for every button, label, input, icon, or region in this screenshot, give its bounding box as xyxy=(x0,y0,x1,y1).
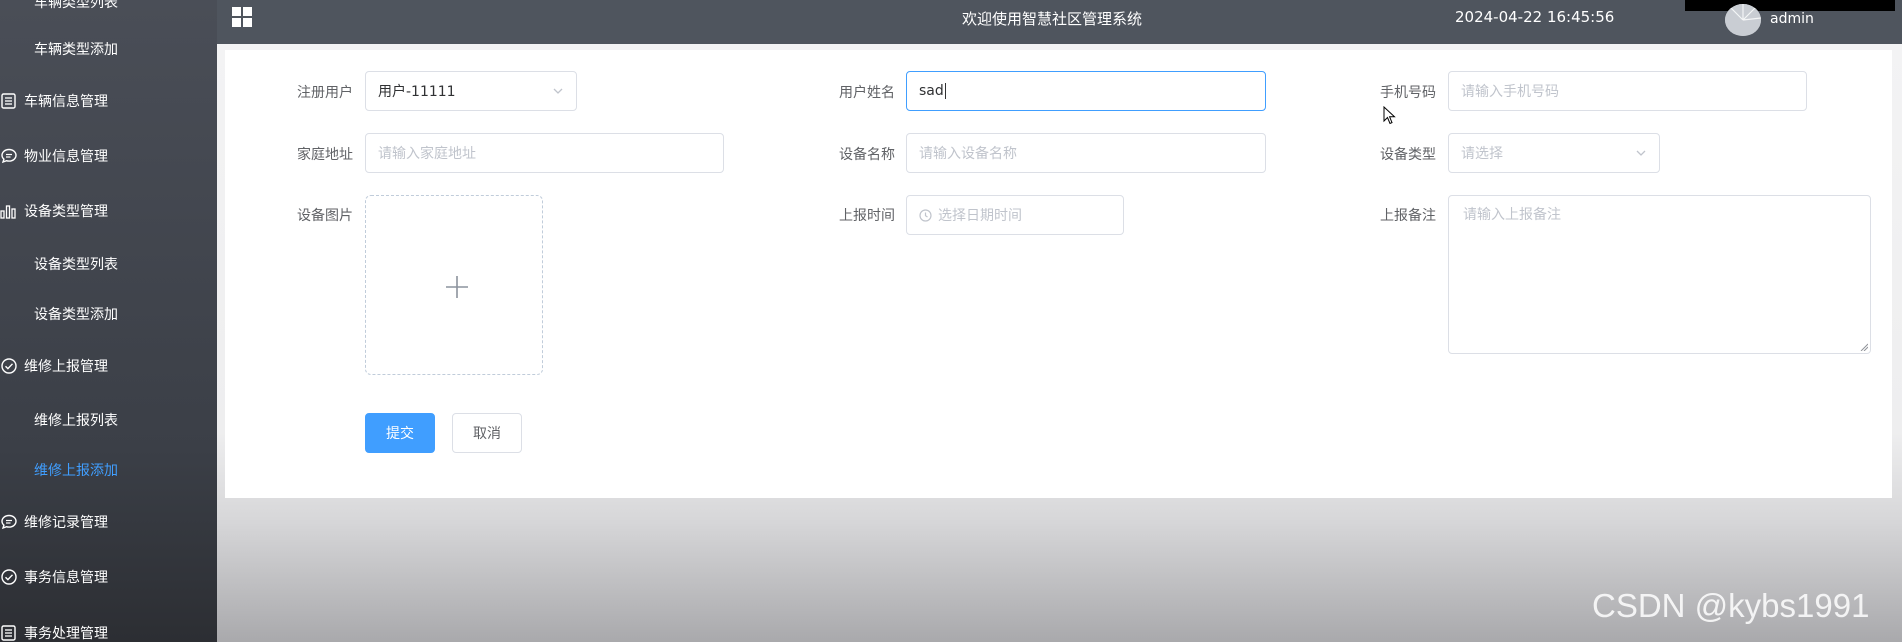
check-circle-icon xyxy=(0,357,18,375)
chevron-down-icon xyxy=(552,85,564,97)
device-image-label: 设备图片 xyxy=(297,208,353,224)
sidebar-item-label: 维修记录管理 xyxy=(24,515,108,531)
sidebar-item-affair-info[interactable]: 事务信息管理 xyxy=(0,559,217,595)
address-input[interactable]: 请输入家庭地址 xyxy=(365,133,724,173)
chat-icon xyxy=(0,513,18,531)
sidebar-item-label: 维修上报管理 xyxy=(24,359,108,375)
phone-label: 手机号码 xyxy=(1380,85,1436,101)
list-icon xyxy=(0,624,18,642)
sidebar-item-label: 车辆类型添加 xyxy=(34,42,118,58)
clock-icon xyxy=(919,208,932,222)
plus-icon xyxy=(444,274,470,300)
chat-icon xyxy=(0,147,18,165)
device-type-select[interactable]: 请选择 xyxy=(1448,133,1660,173)
address-label: 家庭地址 xyxy=(297,147,353,163)
page-title: 欢迎使用智慧社区管理系统 xyxy=(962,10,1143,28)
report-note-textarea[interactable]: 请输入上报备注 xyxy=(1448,195,1871,354)
bar-chart-icon xyxy=(0,202,18,220)
sidebar-item-vehicle-info[interactable]: 车辆信息管理 xyxy=(0,83,217,119)
header-black-strip xyxy=(1685,0,1895,11)
sidebar-item-label: 车辆类型列表 xyxy=(34,0,118,11)
sidebar-item-label: 维修上报列表 xyxy=(34,413,118,429)
text-caret xyxy=(944,83,946,99)
user-name-input[interactable]: sad xyxy=(906,71,1266,111)
report-note-placeholder: 请输入上报备注 xyxy=(1463,207,1561,223)
sidebar-item-repair-records[interactable]: 维修记录管理 xyxy=(0,504,217,540)
sidebar-item-label: 物业信息管理 xyxy=(24,149,108,165)
phone-input[interactable]: 请输入手机号码 xyxy=(1448,71,1807,111)
sidebar-item-repair-report[interactable]: 维修上报管理 xyxy=(0,348,217,384)
phone-placeholder: 请输入手机号码 xyxy=(1461,84,1559,100)
device-name-placeholder: 请输入设备名称 xyxy=(919,146,1017,162)
sidebar-item-device-type-list[interactable]: 设备类型列表 xyxy=(0,246,217,282)
watermark: CSDN @kybs1991 xyxy=(1592,587,1870,624)
user-name-label: 用户姓名 xyxy=(839,85,895,101)
registered-user-select[interactable]: 用户-11111 xyxy=(365,71,577,111)
image-upload[interactable] xyxy=(365,195,543,375)
sidebar-item-label: 维修上报添加 xyxy=(34,463,118,479)
check-circle-icon xyxy=(0,568,18,586)
sidebar-item-device-type-add[interactable]: 设备类型添加 xyxy=(0,296,217,332)
report-time-label: 上报时间 xyxy=(839,208,895,224)
sidebar-item-affair-handling[interactable]: 事务处理管理 xyxy=(0,615,217,642)
device-type-label: 设备类型 xyxy=(1380,147,1436,163)
sidebar-item-property-info[interactable]: 物业信息管理 xyxy=(0,138,217,174)
sidebar-item-label: 设备类型列表 xyxy=(34,257,118,273)
top-bar: 欢迎使用智慧社区管理系统 2024-04-22 16:45:56 admin xyxy=(217,0,1902,44)
mouse-cursor-icon xyxy=(1383,106,1397,126)
cancel-button[interactable]: 取消 xyxy=(452,413,522,453)
sidebar-item-label: 设备类型添加 xyxy=(34,307,118,323)
registered-user-label: 注册用户 xyxy=(297,85,353,101)
current-datetime: 2024-04-22 16:45:56 xyxy=(1455,8,1615,26)
avatar[interactable] xyxy=(1725,4,1761,36)
report-time-placeholder: 选择日期时间 xyxy=(938,208,1022,224)
user-name-value: sad xyxy=(919,83,944,99)
sidebar: 车辆类型列表 车辆类型添加 车辆信息管理 物业信息管理 设备类型管理 设备类型列… xyxy=(0,0,217,642)
report-note-label: 上报备注 xyxy=(1380,208,1436,224)
device-type-placeholder: 请选择 xyxy=(1461,146,1503,162)
submit-button[interactable]: 提交 xyxy=(365,413,435,453)
address-placeholder: 请输入家庭地址 xyxy=(378,146,476,162)
list-icon xyxy=(0,92,18,110)
sidebar-item-label: 事务处理管理 xyxy=(24,626,108,642)
sidebar-item-device-type[interactable]: 设备类型管理 xyxy=(0,193,217,229)
device-name-input[interactable]: 请输入设备名称 xyxy=(906,133,1266,173)
chevron-down-icon xyxy=(1635,147,1647,159)
resize-grip-icon[interactable] xyxy=(1860,343,1868,351)
grid-icon[interactable] xyxy=(231,6,253,28)
registered-user-value: 用户-11111 xyxy=(378,84,456,100)
sidebar-item-label: 车辆信息管理 xyxy=(24,94,108,110)
report-time-picker[interactable]: 选择日期时间 xyxy=(906,195,1124,235)
device-name-label: 设备名称 xyxy=(839,147,895,163)
sidebar-item-repair-report-list[interactable]: 维修上报列表 xyxy=(0,402,217,438)
sidebar-item-label: 事务信息管理 xyxy=(24,570,108,586)
sidebar-item-vehicle-type-list[interactable]: 车辆类型列表 xyxy=(0,0,217,20)
sidebar-item-vehicle-type-add[interactable]: 车辆类型添加 xyxy=(0,31,217,67)
sidebar-item-label: 设备类型管理 xyxy=(24,204,108,220)
username[interactable]: admin xyxy=(1770,11,1814,27)
sidebar-item-repair-report-add[interactable]: 维修上报添加 xyxy=(0,452,217,488)
